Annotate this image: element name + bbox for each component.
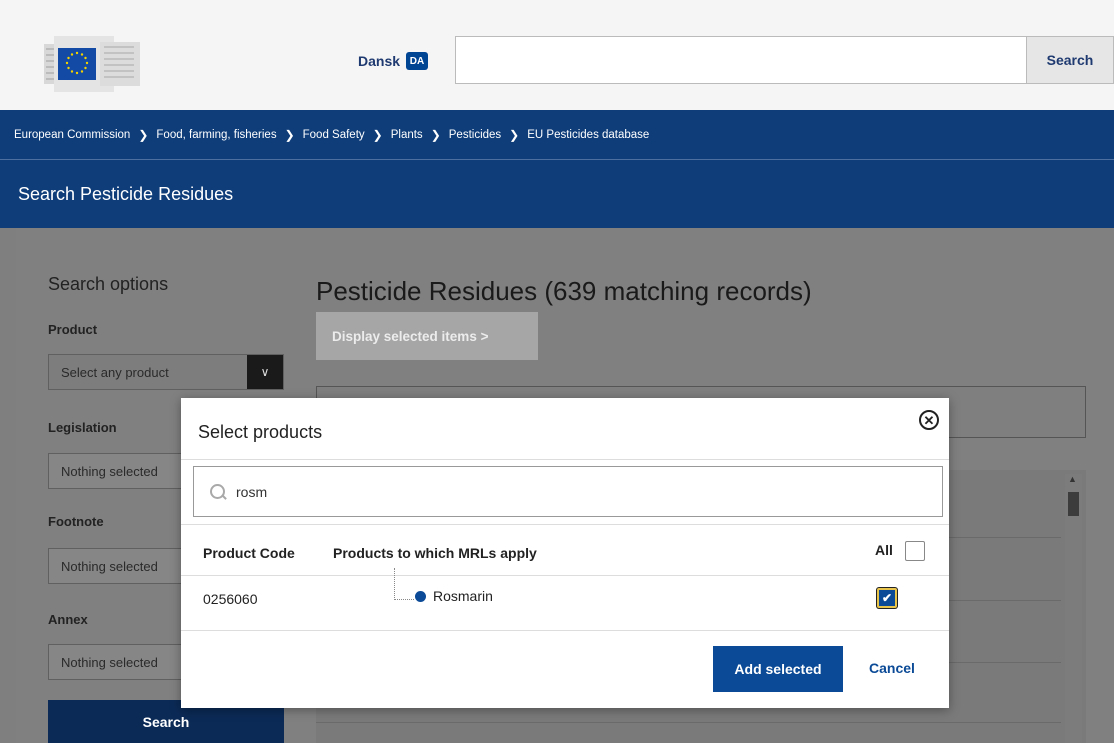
search-icon [210, 483, 226, 500]
product-code-cell: 0256060 [203, 591, 258, 607]
annex-label: Annex [48, 612, 88, 627]
annex-select-value: Nothing selected [61, 654, 158, 670]
footnote-select-value: Nothing selected [61, 558, 158, 574]
cancel-link[interactable]: Cancel [869, 660, 915, 676]
results-title: Pesticide Residues (639 matching records… [316, 276, 812, 306]
modal-divider [181, 630, 949, 631]
european-commission-logo[interactable] [44, 34, 152, 94]
legislation-select-value: Nothing selected [61, 463, 158, 479]
col-header-products: Products to which MRLs apply [333, 545, 537, 561]
chevron-right-icon: ❯ [138, 128, 149, 142]
chevron-right-icon: ❯ [284, 128, 295, 142]
product-select[interactable]: Select any product ∨ [48, 354, 284, 390]
search-options-title: Search options [48, 274, 169, 294]
chevron-right-icon: ❯ [372, 128, 383, 142]
product-search-value: rosm [236, 483, 268, 500]
tree-connector [394, 568, 414, 600]
chevron-right-icon: ❯ [509, 128, 520, 142]
close-icon[interactable]: ✕ [919, 410, 939, 430]
col-header-product-code: Product Code [203, 545, 295, 561]
select-products-modal: Select products ✕ rosm Product Code Prod… [181, 398, 949, 708]
footnote-label: Footnote [48, 514, 104, 529]
add-selected-button[interactable]: Add selected [713, 646, 843, 692]
breadcrumb-item[interactable]: Plants [391, 129, 423, 141]
product-node-dot-icon [415, 591, 426, 602]
breadcrumb-item[interactable]: EU Pesticides database [527, 129, 649, 141]
site-search-input[interactable] [455, 36, 1027, 84]
legislation-label: Legislation [48, 420, 117, 435]
language-code-badge: DA [406, 52, 429, 70]
product-label: Product [48, 322, 98, 337]
breadcrumb-item[interactable]: Food Safety [303, 129, 365, 141]
modal-title: Select products [198, 422, 323, 442]
product-name-cell: Rosmarin [433, 588, 493, 604]
scroll-up-icon[interactable]: ▲ [1068, 474, 1077, 484]
select-all-checkbox[interactable] [905, 541, 925, 561]
chevron-right-icon: ❯ [430, 128, 441, 142]
chevron-down-icon[interactable]: ∨ [247, 355, 283, 389]
page-title: Search Pesticide Residues [18, 184, 234, 204]
display-selected-button[interactable]: Display selected items > [316, 312, 538, 360]
modal-divider [181, 524, 949, 525]
product-select-value: Select any product [61, 364, 169, 380]
language-switcher[interactable]: Dansk DA [358, 52, 429, 70]
top-bar: Dansk DA Search [0, 0, 1114, 110]
page-title-bar: Search Pesticide Residues [0, 160, 1114, 228]
breadcrumb-item[interactable]: Food, farming, fisheries [156, 129, 276, 141]
breadcrumb-bar: European Commission ❯ Food, farming, fis… [0, 110, 1114, 160]
row-checkbox-checked[interactable]: ✔ [877, 588, 897, 608]
table-divider [316, 722, 1061, 723]
site-search-button[interactable]: Search [1027, 36, 1114, 84]
modal-divider [181, 459, 949, 460]
language-label[interactable]: Dansk [358, 53, 400, 69]
product-search-input[interactable]: rosm [193, 466, 943, 517]
breadcrumb-item[interactable]: European Commission [14, 129, 130, 141]
modal-divider [181, 575, 949, 576]
breadcrumb: European Commission ❯ Food, farming, fis… [14, 128, 649, 142]
select-all-label: All [875, 542, 893, 558]
scrollbar-thumb[interactable] [1068, 492, 1079, 516]
breadcrumb-item[interactable]: Pesticides [449, 129, 501, 141]
